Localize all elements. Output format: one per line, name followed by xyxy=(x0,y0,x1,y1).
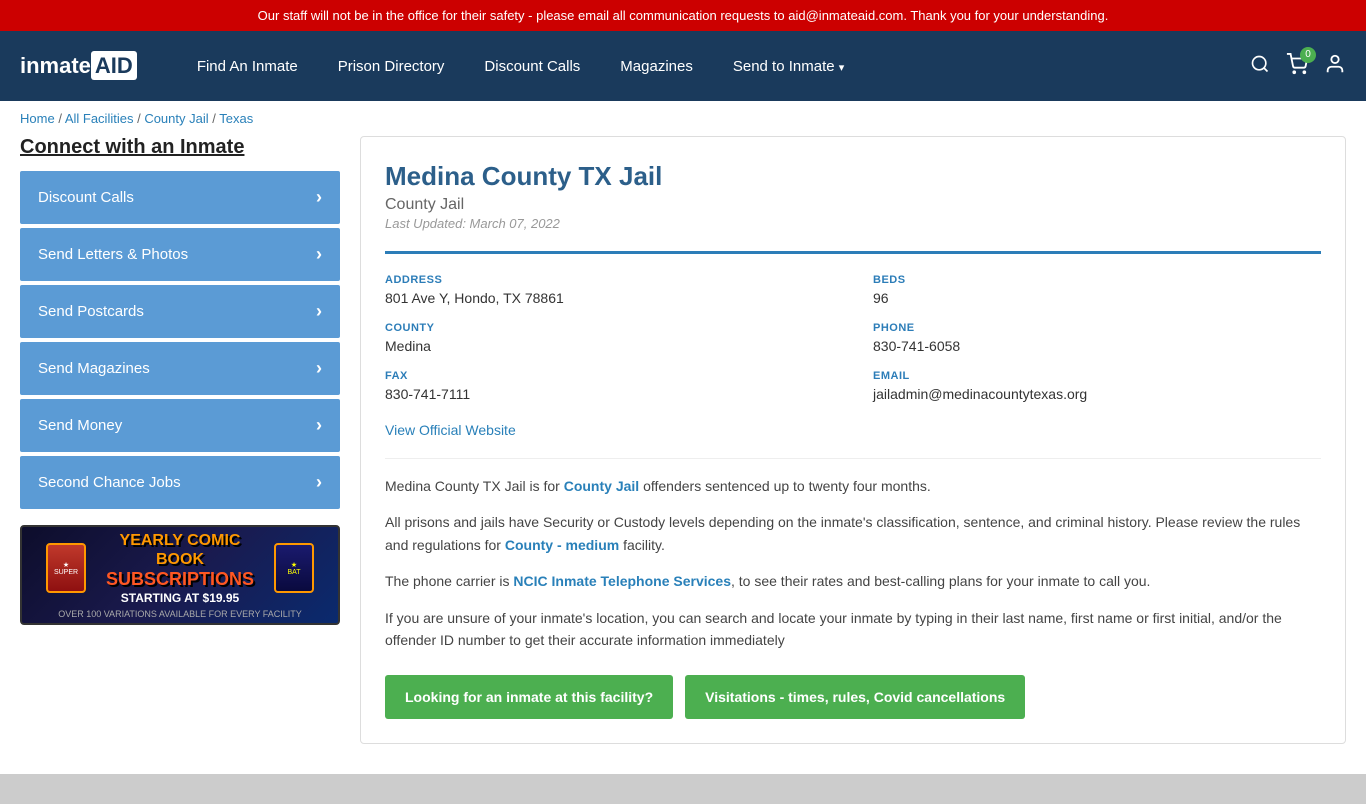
facility-type: County Jail xyxy=(385,196,1321,214)
breadcrumb-texas[interactable]: Texas xyxy=(219,111,253,126)
cart-badge: 0 xyxy=(1300,47,1316,63)
sidebar-send-letters[interactable]: Send Letters & Photos › xyxy=(20,228,340,281)
ncic-link[interactable]: NCIC Inmate Telephone Services xyxy=(513,573,731,589)
address-label: ADDRESS xyxy=(385,274,833,286)
desc-para-2: All prisons and jails have Security or C… xyxy=(385,511,1321,556)
breadcrumb: Home / All Facilities / County Jail / Te… xyxy=(0,101,1366,136)
email-label: EMAIL xyxy=(873,370,1321,382)
official-website-link[interactable]: View Official Website xyxy=(385,422,516,438)
sidebar-discount-calls[interactable]: Discount Calls › xyxy=(20,171,340,224)
county-label: COUNTY xyxy=(385,322,833,334)
county-block: COUNTY Medina xyxy=(385,322,833,354)
ad-price: STARTING AT $19.95 xyxy=(94,591,266,605)
arrow-icon: › xyxy=(316,301,322,322)
fax-label: FAX xyxy=(385,370,833,382)
desc-para-4: If you are unsure of your inmate's locat… xyxy=(385,607,1321,652)
facility-panel: Medina County TX Jail County Jail Last U… xyxy=(360,136,1346,744)
user-button[interactable] xyxy=(1324,53,1346,80)
county-value: Medina xyxy=(385,338,833,354)
address-block: ADDRESS 801 Ave Y, Hondo, TX 78861 xyxy=(385,274,833,306)
arrow-icon: › xyxy=(316,358,322,379)
arrow-icon: › xyxy=(316,187,322,208)
nav-icons: 0 xyxy=(1250,53,1346,80)
sidebar-send-magazines[interactable]: Send Magazines › xyxy=(20,342,340,395)
main-content: Connect with an Inmate Discount Calls › … xyxy=(0,136,1366,764)
cart-button[interactable]: 0 xyxy=(1286,53,1308,80)
search-icon xyxy=(1250,54,1270,74)
breadcrumb-county-jail[interactable]: County Jail xyxy=(144,111,208,126)
navigation: inmateAID Find An Inmate Prison Director… xyxy=(0,31,1366,101)
sidebar-send-money[interactable]: Send Money › xyxy=(20,399,340,452)
looking-for-inmate-button[interactable]: Looking for an inmate at this facility? xyxy=(385,675,673,719)
ad-tagline: OVER 100 VARIATIONS AVAILABLE FOR EVERY … xyxy=(58,609,302,619)
visitations-button[interactable]: Visitations - times, rules, Covid cancel… xyxy=(685,675,1025,719)
action-buttons: Looking for an inmate at this facility? … xyxy=(385,675,1321,719)
connect-title: Connect with an Inmate xyxy=(20,136,340,159)
desc-para-3: The phone carrier is NCIC Inmate Telepho… xyxy=(385,570,1321,592)
search-button[interactable] xyxy=(1250,54,1270,79)
facility-info-grid: ADDRESS 801 Ave Y, Hondo, TX 78861 BEDS … xyxy=(385,274,1321,402)
beds-label: BEDS xyxy=(873,274,1321,286)
nav-send-to-inmate[interactable]: Send to Inmate xyxy=(713,34,864,99)
nav-links: Find An Inmate Prison Directory Discount… xyxy=(177,34,1250,99)
sidebar-send-postcards[interactable]: Send Postcards › xyxy=(20,285,340,338)
nav-magazines[interactable]: Magazines xyxy=(600,34,713,99)
arrow-icon: › xyxy=(316,244,322,265)
nav-discount-calls[interactable]: Discount Calls xyxy=(464,34,600,99)
bottom-strip xyxy=(0,774,1366,804)
sidebar: Connect with an Inmate Discount Calls › … xyxy=(20,136,340,744)
facility-name: Medina County TX Jail xyxy=(385,161,1321,192)
fax-value: 830-741-7111 xyxy=(385,386,833,402)
arrow-icon: › xyxy=(316,472,322,493)
facility-updated: Last Updated: March 07, 2022 xyxy=(385,216,1321,231)
address-value: 801 Ave Y, Hondo, TX 78861 xyxy=(385,290,833,306)
phone-label: PHONE xyxy=(873,322,1321,334)
beds-block: BEDS 96 xyxy=(873,274,1321,306)
beds-value: 96 xyxy=(873,290,1321,306)
sidebar-second-chance-jobs[interactable]: Second Chance Jobs › xyxy=(20,456,340,509)
email-block: EMAIL jailadmin@medinacountytexas.org xyxy=(873,370,1321,402)
user-icon xyxy=(1324,53,1346,75)
sidebar-advertisement[interactable]: ★SUPER YEARLY COMIC BOOK SUBSCRIPTIONS S… xyxy=(20,525,340,625)
description-section: Medina County TX Jail is for County Jail… xyxy=(385,458,1321,651)
breadcrumb-all-facilities[interactable]: All Facilities xyxy=(65,111,134,126)
alert-text: Our staff will not be in the office for … xyxy=(258,8,1109,23)
phone-value: 830-741-6058 xyxy=(873,338,1321,354)
facility-divider xyxy=(385,251,1321,254)
fax-block: FAX 830-741-7111 xyxy=(385,370,833,402)
alert-banner: Our staff will not be in the office for … xyxy=(0,0,1366,31)
desc-para-1: Medina County TX Jail is for County Jail… xyxy=(385,475,1321,497)
county-jail-link[interactable]: County Jail xyxy=(564,478,639,494)
county-medium-link[interactable]: County - medium xyxy=(505,537,619,553)
nav-prison-directory[interactable]: Prison Directory xyxy=(318,34,465,99)
phone-block: PHONE 830-741-6058 xyxy=(873,322,1321,354)
nav-find-inmate[interactable]: Find An Inmate xyxy=(177,34,318,99)
arrow-icon: › xyxy=(316,415,322,436)
logo[interactable]: inmateAID xyxy=(20,53,137,79)
email-value: jailadmin@medinacountytexas.org xyxy=(873,386,1321,402)
breadcrumb-home[interactable]: Home xyxy=(20,111,55,126)
